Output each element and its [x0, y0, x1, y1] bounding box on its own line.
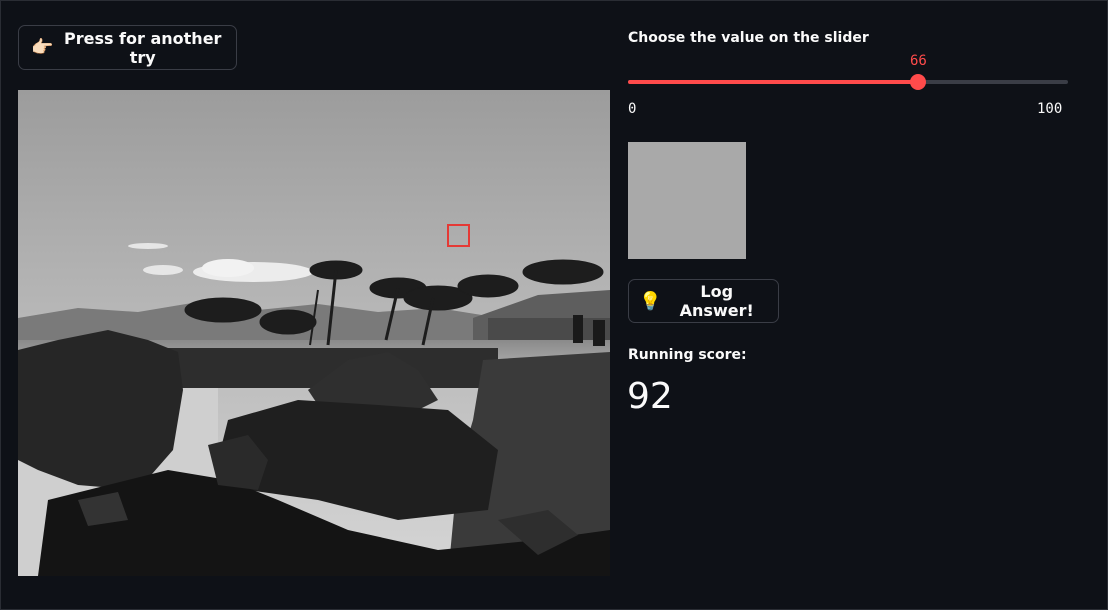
pointing-hand-icon: 👉🏻 [31, 37, 54, 58]
slider-value: 66 [909, 53, 927, 69]
slider-min-label: 0 [628, 101, 637, 117]
another-try-label: Press for another try [63, 28, 222, 67]
slider-track[interactable]: 66 [628, 53, 1068, 90]
slider-fill [628, 80, 919, 84]
target-region-box [447, 224, 470, 247]
color-swatch [628, 142, 746, 259]
slider-max-label: 100 [1037, 101, 1063, 117]
running-score-value: 92 [627, 376, 673, 417]
another-try-button[interactable]: 👉🏻 Press for another try [18, 25, 237, 70]
lightbulb-icon: 💡 [639, 290, 662, 312]
log-answer-label: Log Answer! [679, 282, 754, 320]
slider-label: Choose the value on the slider [628, 30, 869, 46]
running-score-label: Running score: [628, 347, 747, 363]
coastline-photo [18, 90, 610, 576]
log-answer-button[interactable]: 💡 Log Answer! [628, 279, 779, 323]
